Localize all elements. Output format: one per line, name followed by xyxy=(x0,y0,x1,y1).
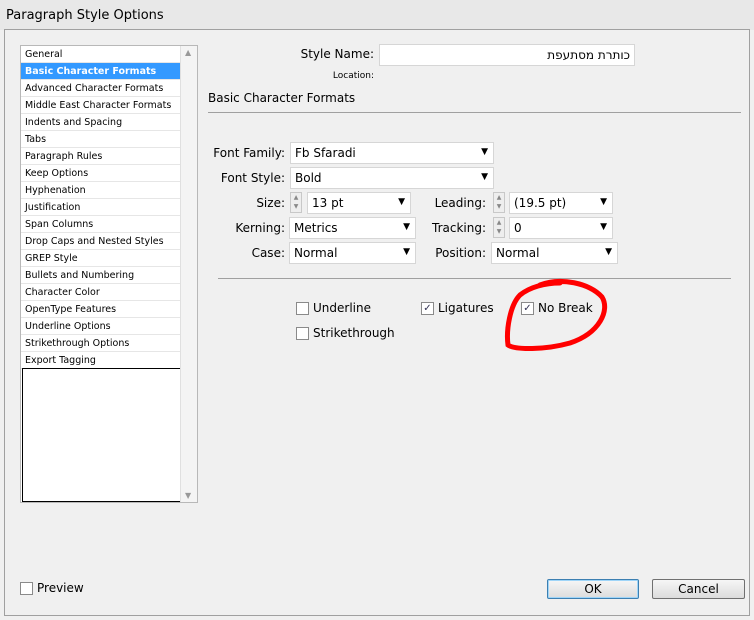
scrollbar[interactable]: ▲ ▼ xyxy=(180,46,197,502)
title-bar: Paragraph Style Options xyxy=(0,0,754,30)
check-icon[interactable]: ✓ xyxy=(421,301,434,315)
position-select[interactable]: Normal ▼ xyxy=(491,242,618,264)
red-circle-annotation xyxy=(505,278,608,352)
case-label: Case: xyxy=(251,246,285,260)
sidebar-item[interactable]: Bullets and Numbering xyxy=(21,267,181,284)
sidebar-item[interactable]: Justification xyxy=(21,199,181,216)
sidebar-item[interactable]: Span Columns xyxy=(21,216,181,233)
ligatures-checkbox[interactable]: ✓ Ligatures xyxy=(421,301,494,315)
strikethrough-checkbox[interactable]: Strikethrough xyxy=(296,326,395,340)
chevron-down-icon: ▼ xyxy=(481,147,488,157)
font-family-select[interactable]: Fb Sfaradi ▼ xyxy=(290,142,494,164)
style-name-label: Style Name: xyxy=(300,47,374,61)
sidebar-item[interactable]: Drop Caps and Nested Styles xyxy=(21,233,181,250)
sidebar-item[interactable]: General xyxy=(21,46,181,63)
sidebar-item[interactable]: Underline Options xyxy=(21,318,181,335)
ok-button[interactable]: OK xyxy=(547,579,639,599)
location-label: Location: xyxy=(332,71,374,81)
sidebar-item[interactable]: Keep Options xyxy=(21,165,181,182)
ligatures-label: Ligatures xyxy=(438,301,494,315)
font-family-label: Font Family: xyxy=(213,146,285,160)
leading-label: Leading: xyxy=(434,196,486,210)
font-family-value: Fb Sfaradi xyxy=(295,146,356,160)
position-value: Normal xyxy=(496,246,540,260)
size-value: 13 pt xyxy=(312,196,344,210)
tracking-select[interactable]: 0 ▼ xyxy=(509,217,613,239)
sidebar-item[interactable]: Advanced Character Formats xyxy=(21,80,181,97)
font-style-label: Font Style: xyxy=(220,171,285,185)
underline-checkbox[interactable]: Underline xyxy=(296,301,371,315)
chevron-down-icon: ▼ xyxy=(398,197,405,207)
sidebar-item[interactable]: Paragraph Rules xyxy=(21,148,181,165)
chevron-down-icon: ▼ xyxy=(481,172,488,182)
chevron-down-icon: ▼ xyxy=(600,222,607,232)
strikethrough-label: Strikethrough xyxy=(313,326,395,340)
chevron-down-icon: ▼ xyxy=(403,247,410,257)
sidebar-item[interactable]: Tabs xyxy=(21,131,181,148)
sidebar-item[interactable]: Basic Character Formats xyxy=(21,63,181,80)
divider xyxy=(208,112,741,113)
font-style-value: Bold xyxy=(295,171,322,185)
sidebar-item[interactable]: OpenType Features xyxy=(21,301,181,318)
preview-label: Preview xyxy=(37,581,84,595)
kerning-label: Kerning: xyxy=(235,221,285,235)
leading-select[interactable]: (19.5 pt) ▼ xyxy=(509,192,613,214)
size-select[interactable]: 13 pt ▼ xyxy=(307,192,411,214)
tracking-label: Tracking: xyxy=(432,221,486,235)
size-stepper[interactable]: ▲ ▼ xyxy=(290,192,302,213)
sidebar-item[interactable]: Strikethrough Options xyxy=(21,335,181,352)
divider xyxy=(218,278,731,279)
case-value: Normal xyxy=(294,246,338,260)
preview-checkbox[interactable]: Preview xyxy=(20,581,84,595)
checkbox-box[interactable] xyxy=(296,326,309,340)
chevron-down-icon: ▼ xyxy=(403,222,410,232)
sidebar-item[interactable]: GREP Style xyxy=(21,250,181,267)
tracking-stepper[interactable]: ▲ ▼ xyxy=(493,217,505,238)
chevron-down-icon: ▼ xyxy=(600,197,607,207)
leading-value: (19.5 pt) xyxy=(514,196,567,210)
checkbox-box[interactable] xyxy=(296,301,309,315)
case-select[interactable]: Normal ▼ xyxy=(289,242,416,264)
sidebar-item[interactable]: Character Color xyxy=(21,284,181,301)
scroll-down-icon[interactable]: ▼ xyxy=(185,491,191,500)
sidebar-item[interactable]: Export Tagging xyxy=(21,352,181,369)
scroll-up-icon[interactable]: ▲ xyxy=(185,48,191,57)
sidebar-item[interactable]: Middle East Character Formats xyxy=(21,97,181,114)
cancel-button[interactable]: Cancel xyxy=(652,579,745,599)
tracking-value: 0 xyxy=(514,221,522,235)
category-list[interactable]: General Basic Character Formats Advanced C… xyxy=(20,45,198,503)
chevron-down-icon: ▼ xyxy=(605,247,612,257)
sidebar-item[interactable]: Indents and Spacing xyxy=(21,114,181,131)
style-name-input[interactable]: כותרת מסתעפת xyxy=(379,44,635,66)
size-label: Size: xyxy=(256,196,285,210)
sidebar-item[interactable]: Hyphenation xyxy=(21,182,181,199)
section-title: Basic Character Formats xyxy=(208,91,356,105)
font-style-select[interactable]: Bold ▼ xyxy=(290,167,494,189)
position-label: Position: xyxy=(435,246,486,260)
underline-label: Underline xyxy=(313,301,371,315)
list-empty-area xyxy=(22,368,181,502)
leading-stepper[interactable]: ▲ ▼ xyxy=(493,192,505,213)
kerning-select[interactable]: Metrics ▼ xyxy=(289,217,416,239)
checkbox-box[interactable] xyxy=(20,581,33,595)
kerning-value: Metrics xyxy=(294,221,338,235)
